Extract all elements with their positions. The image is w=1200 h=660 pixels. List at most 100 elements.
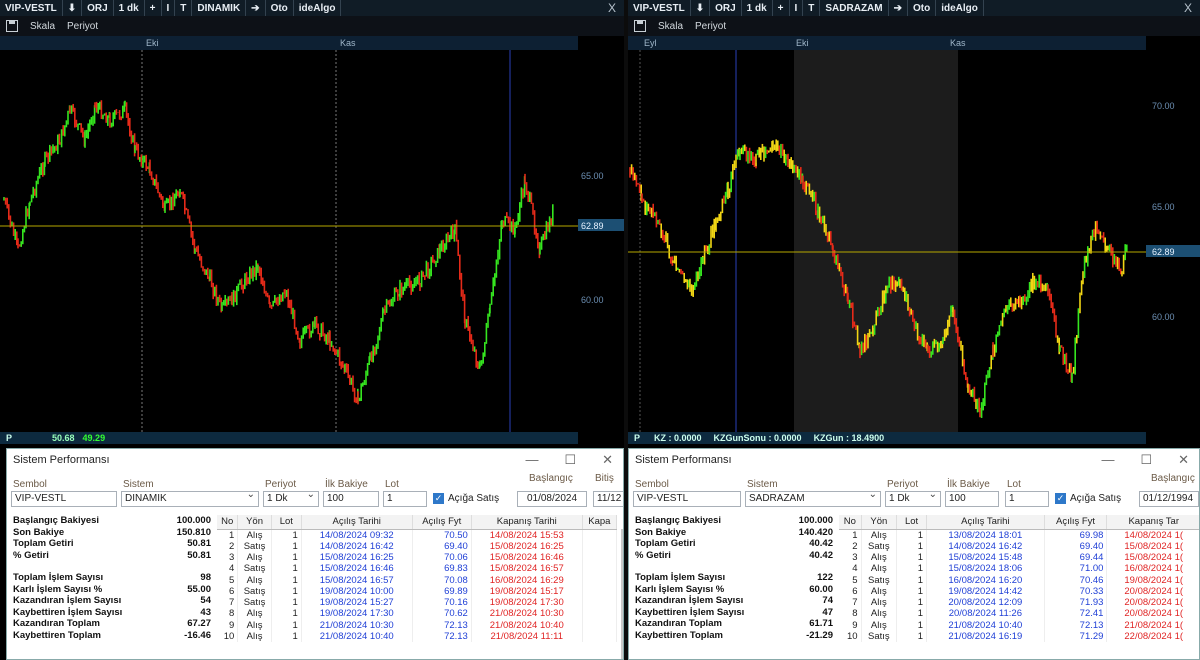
period-selector[interactable]: 1 dk xyxy=(114,0,145,16)
table-row[interactable]: 6 Satış 1 19/08/2024 10:00 69.89 19/08/2024 1… xyxy=(217,585,618,597)
table-row[interactable]: 5 Alış 1 15/08/2024 16:57 70.08 16/08/2024 16… xyxy=(217,574,618,586)
table-row[interactable]: 5 Satış 1 16/08/2024 16:20 70.46 19/08/2024 1… xyxy=(839,574,1199,586)
table-row[interactable]: 7 Alış 1 20/08/2024 12:09 71.93 20/08/2024 1( xyxy=(839,596,1199,609)
table-row[interactable]: 8 Alış 1 20/08/2024 11:26 72.41 20/08/2024 1( xyxy=(839,608,1199,620)
column-header[interactable]: Yön xyxy=(237,515,272,530)
stat-row: Kaybettiren Toplam -21.29 xyxy=(633,630,835,642)
save-icon[interactable] xyxy=(634,20,646,32)
table-cell: 72.13 xyxy=(412,630,472,643)
period-dropdown[interactable]: 1 Dk xyxy=(885,491,941,507)
table-row[interactable]: 4 Alış 1 15/08/2024 18:06 71.00 16/08/2024 1( xyxy=(839,563,1199,575)
auto-button[interactable]: Oto xyxy=(908,0,937,16)
system-selector[interactable]: DINAMIK xyxy=(192,0,247,16)
table-row[interactable]: 3 Alış 1 15/08/2024 15:48 69.44 15/08/2024 1( xyxy=(839,551,1199,564)
table-row[interactable]: 7 Satış 1 19/08/2024 15:27 70.16 19/08/2024 1… xyxy=(217,596,618,609)
column-header[interactable]: Kapa xyxy=(582,515,618,530)
table-row[interactable]: 1 Alış 1 14/08/2024 09:32 70.50 14/08/2024 15… xyxy=(217,529,618,541)
save-icon[interactable] xyxy=(6,20,18,32)
table-cell: 21/08/2024 10:40 xyxy=(301,630,413,643)
maximize-icon[interactable]: ☐ xyxy=(1140,452,1152,468)
period-dropdown[interactable]: 1 Dk xyxy=(263,491,319,507)
scrollbar[interactable] xyxy=(621,529,623,659)
table-cell: 1 xyxy=(896,563,928,575)
period-menu[interactable]: Periyot xyxy=(67,21,98,32)
table-row[interactable]: 10 Alış 1 21/08/2024 10:40 72.13 21/08/2024 1… xyxy=(217,630,618,643)
short-sell-checkbox[interactable]: ✓ Açığa Satış xyxy=(1055,493,1121,504)
system-dropdown[interactable]: SADRAZAM xyxy=(745,491,881,507)
scale-menu[interactable]: Skala xyxy=(30,21,55,32)
mode-selector[interactable]: ORJ xyxy=(710,0,742,16)
system-selector[interactable]: SADRAZAM xyxy=(820,0,889,16)
start-date-field[interactable]: 01/12/1994 xyxy=(1139,491,1199,507)
indicator-icon[interactable]: I xyxy=(790,0,804,16)
lot-field[interactable]: 1 xyxy=(383,491,427,507)
mode-selector[interactable]: ORJ xyxy=(82,0,114,16)
close-icon[interactable]: ✕ xyxy=(1178,452,1189,468)
column-header[interactable]: No xyxy=(217,515,239,530)
stat-value: 74 xyxy=(822,595,833,606)
column-header[interactable]: Kapanış Tarihi xyxy=(471,515,583,530)
column-header[interactable]: Lot xyxy=(896,515,928,530)
column-header[interactable]: Lot xyxy=(271,515,302,530)
table-row[interactable]: 9 Alış 1 21/08/2024 10:30 72.13 21/08/2024 10… xyxy=(217,619,618,631)
symbol-field[interactable]: VIP-VESTL xyxy=(633,491,741,507)
table-header: No Yön Lot Açılış Tarihi Açılış Fyt Kapanış T… xyxy=(839,515,1199,530)
close-icon[interactable]: X xyxy=(1184,1,1200,15)
column-header[interactable]: Kapanış Tar xyxy=(1106,515,1199,530)
symbol-selector[interactable]: VIP-VESTL xyxy=(0,0,63,16)
table-row[interactable]: 9 Alış 1 21/08/2024 10:40 72.13 21/08/2024 1( xyxy=(839,619,1199,631)
price-chart[interactable] xyxy=(0,50,578,432)
balance-field[interactable]: 100 xyxy=(945,491,999,507)
arrow-icon[interactable]: ➔ xyxy=(246,0,266,16)
short-sell-checkbox[interactable]: ✓ Açığa Satış xyxy=(433,493,499,504)
table-row[interactable]: 2 Satış 1 14/08/2024 16:42 69.40 15/08/2024 1… xyxy=(217,540,618,552)
period-selector[interactable]: 1 dk xyxy=(742,0,773,16)
table-row[interactable]: 10 Satış 1 21/08/2024 16:19 71.29 22/08/2024 … xyxy=(839,630,1199,643)
add-icon[interactable]: + xyxy=(145,0,162,16)
symbol-field[interactable]: VIP-VESTL xyxy=(11,491,117,507)
table-row[interactable]: 2 Satış 1 14/08/2024 16:42 69.40 15/08/2024 1… xyxy=(839,540,1199,552)
table-cell: 21/08/2024 1( xyxy=(1106,619,1199,631)
column-header[interactable]: Açılış Tarihi xyxy=(301,515,413,530)
last-price-label: 62.89 xyxy=(581,221,604,231)
table-row[interactable]: 3 Alış 1 15/08/2024 16:25 70.06 15/08/2024 16… xyxy=(217,551,618,564)
arrow-icon[interactable]: ➔ xyxy=(889,0,908,16)
scale-menu[interactable]: Skala xyxy=(658,21,683,32)
download-icon[interactable]: ⬇ xyxy=(63,0,83,16)
column-header[interactable]: Açılış Fyt xyxy=(412,515,472,530)
minimize-icon[interactable]: — xyxy=(1101,452,1114,468)
end-date-field[interactable]: 11/12 xyxy=(593,491,623,507)
text-tool-icon[interactable]: T xyxy=(803,0,821,16)
symbol-selector[interactable]: VIP-VESTL xyxy=(628,0,691,16)
indicator-icon[interactable]: I xyxy=(162,0,176,16)
trades-table[interactable]: No Yön Lot Açılış Tarihi Açılış Fyt Kapanış T… xyxy=(839,515,1199,643)
trades-table[interactable]: No Yön Lot Açılış Tarihi Açılış Fyt Kapanış T… xyxy=(217,515,618,643)
auto-button[interactable]: Oto xyxy=(266,0,294,16)
table-row[interactable]: 6 Alış 1 19/08/2024 14:42 70.33 20/08/2024 1( xyxy=(839,585,1199,597)
download-icon[interactable]: ⬇ xyxy=(691,0,711,16)
start-date-field[interactable]: 01/08/2024 xyxy=(517,491,587,507)
lot-field[interactable]: 1 xyxy=(1005,491,1049,507)
system-dropdown[interactable]: DINAMIK xyxy=(121,491,259,507)
balance-field[interactable]: 100 xyxy=(323,491,379,507)
stat-label: Kaybettiren İşlem Sayısı xyxy=(635,606,745,618)
add-icon[interactable]: + xyxy=(773,0,790,16)
close-icon[interactable]: ✕ xyxy=(602,452,613,468)
column-header[interactable]: Yön xyxy=(861,515,898,530)
price-chart[interactable] xyxy=(628,50,1146,432)
table-cell: Satış xyxy=(237,563,272,575)
table-row[interactable]: 8 Alış 1 19/08/2024 17:30 70.62 21/08/2024 10… xyxy=(217,608,618,620)
column-header[interactable]: Açılış Fyt xyxy=(1044,515,1108,530)
table-row[interactable]: 4 Satış 1 15/08/2024 16:46 69.83 15/08/2024 1… xyxy=(217,563,618,575)
maximize-icon[interactable]: ☐ xyxy=(564,452,576,468)
stat-row: Kazandıran Toplam 61.71 xyxy=(633,618,835,630)
text-tool-icon[interactable]: T xyxy=(175,0,193,16)
column-header[interactable]: Açılış Tarihi xyxy=(926,515,1045,530)
status-kz: KZ : 0.0000 xyxy=(654,433,702,443)
stats-panel: Başlangıç Bakiyesi 100.000 Son Bakiye 140.4… xyxy=(633,515,835,641)
period-menu[interactable]: Periyot xyxy=(695,21,726,32)
column-header[interactable]: No xyxy=(839,515,862,530)
close-icon[interactable]: X xyxy=(608,1,624,15)
minimize-icon[interactable]: — xyxy=(525,452,538,468)
table-row[interactable]: 1 Alış 1 13/08/2024 18:01 69.98 14/08/2024 1( xyxy=(839,529,1199,541)
